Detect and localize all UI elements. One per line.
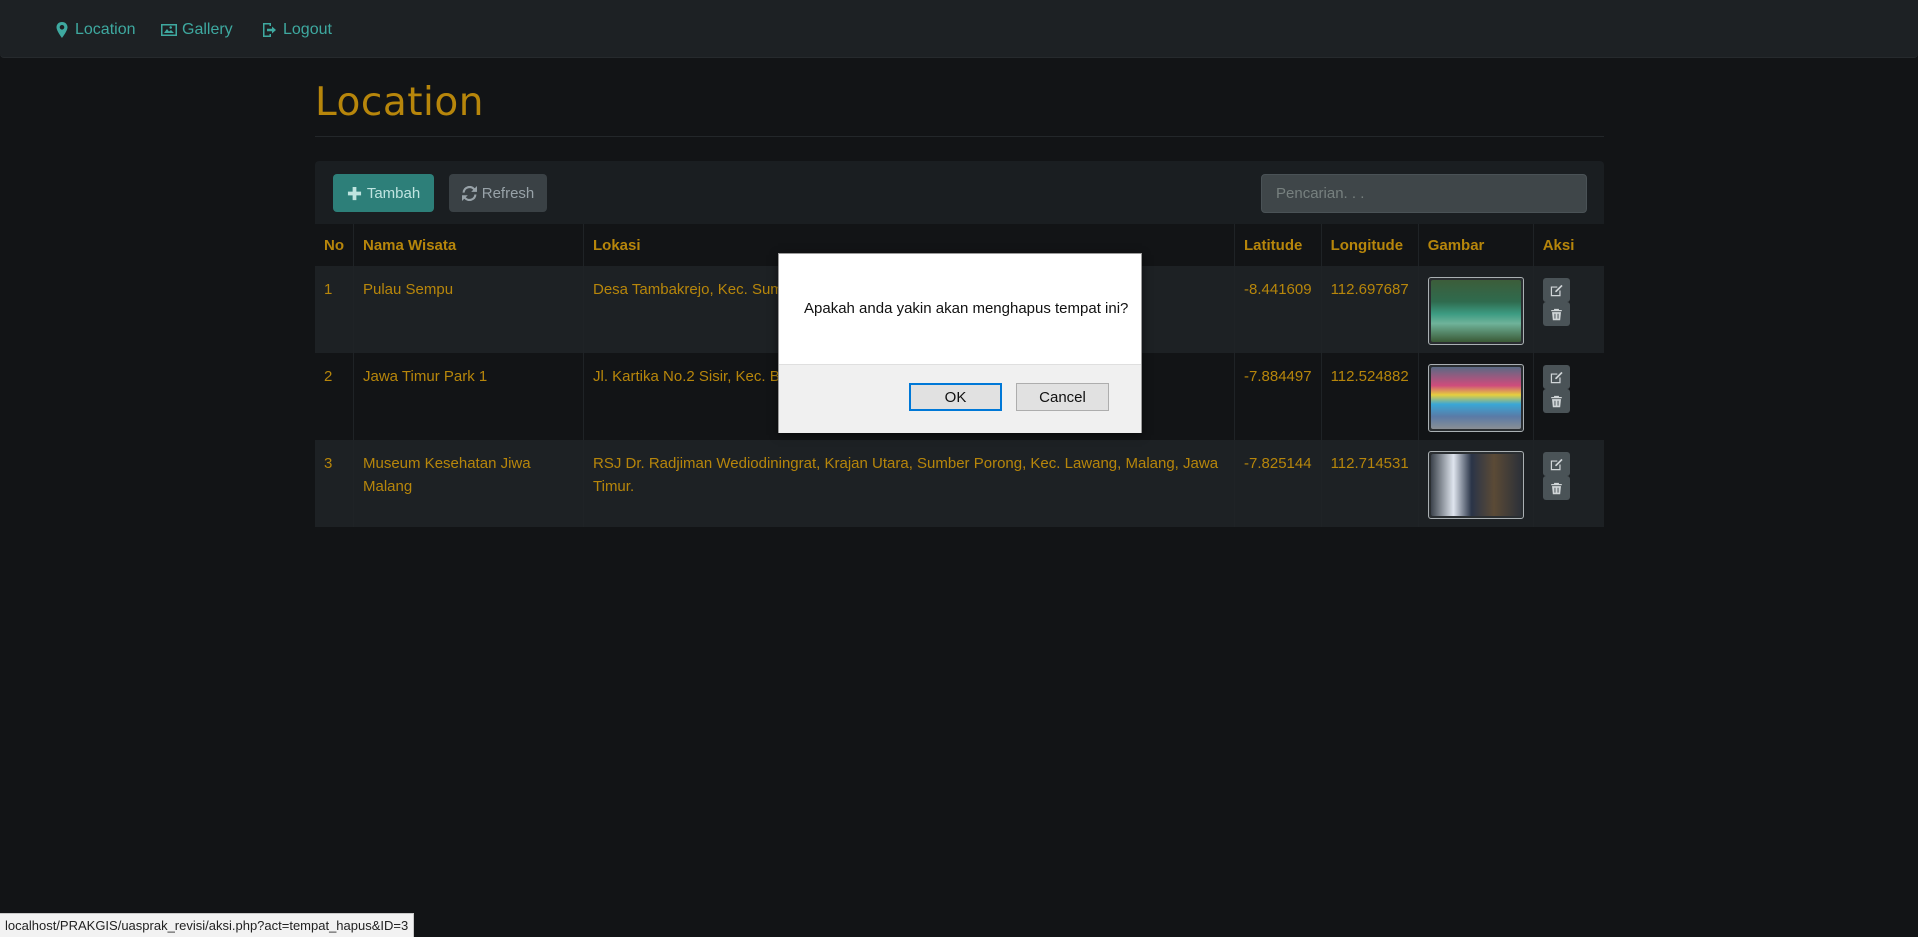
nav-logout[interactable]: Logout [262,19,332,41]
trash-icon [1550,395,1562,407]
cell-actions [1533,440,1604,527]
cell-image [1418,440,1534,527]
edit-button[interactable] [1542,278,1570,302]
delete-button[interactable] [1542,476,1570,500]
refresh-button[interactable]: Refresh [449,174,547,212]
place-thumbnail[interactable] [1427,451,1524,519]
cell-name: Pulau Sempu [353,266,584,353]
add-button-label: Tambah [366,184,421,202]
edit-icon [1550,284,1563,296]
cell-latitude: -7.884497 [1234,353,1322,440]
cell-longitude: 112.697687 [1321,266,1419,353]
cell-actions [1533,353,1604,440]
navbar: Location Gallery Logout [0,0,1918,58]
cell-no: 2 [315,353,354,440]
cell-name: Jawa Timur Park 1 [353,353,584,440]
nav-gallery[interactable]: Gallery [161,19,233,41]
toolbar: Tambah Refresh [315,161,1604,224]
cell-longitude: 112.524882 [1321,353,1419,440]
plus-icon [347,186,361,200]
trash-icon [1550,308,1562,320]
col-header-name: Nama Wisata [353,224,584,266]
cell-actions [1533,266,1604,353]
place-thumbnail[interactable] [1427,277,1524,345]
cancel-button[interactable]: Cancel [1016,383,1109,411]
nav-location-label: Location [75,21,136,38]
place-thumbnail[interactable] [1427,364,1524,432]
edit-icon [1550,371,1563,383]
refresh-icon [461,185,477,201]
confirm-dialog: Apakah anda yakin akan menghapus tempat … [778,253,1142,433]
edit-icon [1550,458,1563,470]
cell-image [1418,353,1534,440]
add-button[interactable]: Tambah [333,174,434,212]
col-header-longitude: Longitude [1321,224,1419,266]
status-url: localhost/PRAKGIS/uasprak_revisi/aksi.ph… [0,913,415,937]
cell-image [1418,266,1534,353]
ok-button[interactable]: OK [909,383,1002,411]
trash-icon [1550,482,1562,494]
cell-name: Museum Kesehatan Jiwa Malang [353,440,584,527]
table-row: 3 Museum Kesehatan Jiwa Malang RSJ Dr. R… [315,440,1604,527]
map-marker-icon [56,22,68,38]
title-divider [315,136,1604,137]
refresh-button-label: Refresh [481,184,535,202]
nav-logout-label: Logout [283,21,332,38]
nav-gallery-label: Gallery [182,21,233,38]
dialog-footer: OK Cancel [779,364,1141,433]
picture-icon [161,24,177,36]
cell-no: 3 [315,440,354,527]
logout-icon [263,23,276,37]
col-header-latitude: Latitude [1234,224,1322,266]
col-header-action: Aksi [1533,224,1604,266]
dialog-message: Apakah anda yakin akan menghapus tempat … [804,300,1129,317]
cell-longitude: 112.714531 [1321,440,1419,527]
cell-latitude: -8.441609 [1234,266,1322,353]
edit-button[interactable] [1542,452,1570,476]
nav-location[interactable]: Location [54,19,136,41]
cell-location: RSJ Dr. Radjiman Wediodiningrat, Krajan … [583,440,1235,527]
search-input[interactable] [1261,174,1587,213]
cell-latitude: -7.825144 [1234,440,1322,527]
cell-no: 1 [315,266,354,353]
col-header-image: Gambar [1418,224,1534,266]
page-title: Location [315,80,484,125]
delete-button[interactable] [1542,389,1570,413]
delete-button[interactable] [1542,302,1570,326]
edit-button[interactable] [1542,365,1570,389]
col-header-no: No [315,224,354,266]
